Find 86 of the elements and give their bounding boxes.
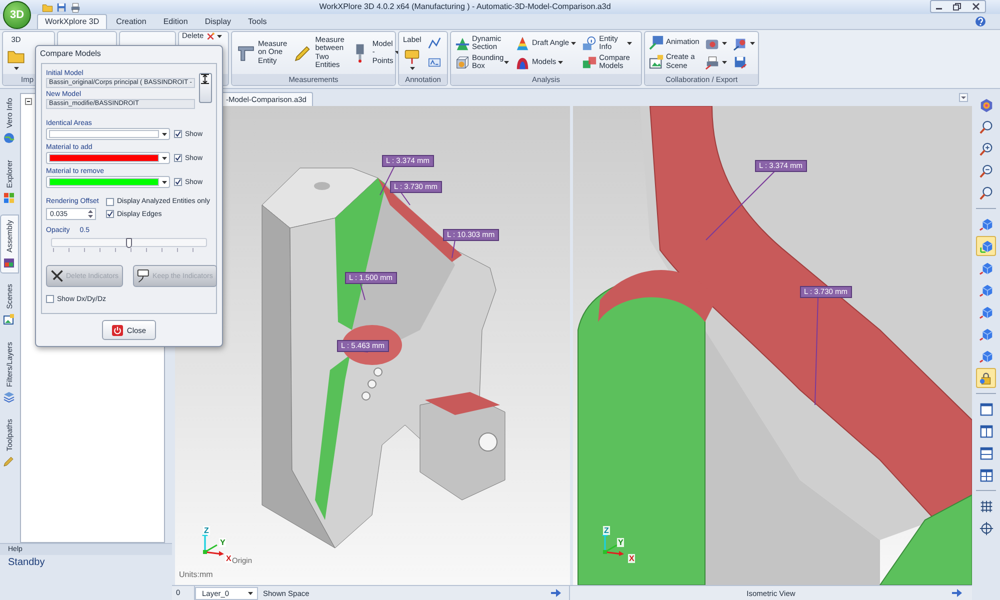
- printer-icon: [705, 54, 720, 70]
- compare-icon: [582, 54, 598, 70]
- caret-icon: [162, 180, 167, 184]
- bounding-box-icon: [455, 54, 470, 70]
- cube-icon: [978, 348, 994, 364]
- help-icon[interactable]: [975, 16, 986, 26]
- globe-icon: [4, 132, 16, 144]
- caret-icon: [162, 156, 167, 160]
- caret-icon: [248, 592, 253, 594]
- cube-icon: [978, 304, 994, 320]
- color-dropdown[interactable]: [46, 128, 170, 140]
- polyline-icon: [427, 36, 442, 51]
- axis-label: Z: [203, 526, 210, 535]
- leader-line: [400, 190, 410, 206]
- collapse-icon[interactable]: [25, 98, 32, 105]
- status-text: Standby: [7, 556, 46, 570]
- windows-icon: [4, 192, 16, 204]
- assembly-icon: [4, 256, 16, 268]
- units-label: Units:mm: [179, 570, 213, 579]
- spin-icon[interactable]: [87, 209, 94, 219]
- printer-icon: [70, 2, 81, 13]
- grid-icon: [978, 498, 994, 514]
- arrow-icon[interactable]: [952, 589, 962, 597]
- axis-label: Y: [219, 538, 226, 547]
- zoom-icon: [978, 120, 994, 134]
- scene-icon: [649, 54, 664, 70]
- section-icon: [455, 36, 470, 51]
- window-title: WorkXPlore 3D 4.0.2 x64 (Manufacturing ) - Automatic-3D-Model-Comparison.a3d: [319, 2, 611, 12]
- tag-icon: [136, 269, 151, 283]
- dialog-title: Compare Models: [36, 46, 222, 61]
- pencil-icon: [4, 454, 16, 467]
- layout-icon: [978, 446, 994, 460]
- color-dropdown[interactable]: [46, 152, 170, 164]
- cube-icon: [978, 282, 994, 298]
- checkbox[interactable]: [106, 198, 114, 206]
- cross-icon: [50, 269, 64, 283]
- swap-button[interactable]: [198, 73, 212, 103]
- axis-label: X: [225, 554, 232, 563]
- scene-icon: [4, 314, 16, 326]
- ribbon-button[interactable]: [704, 54, 728, 71]
- color-dropdown[interactable]: [46, 176, 170, 188]
- dropdown-icon[interactable]: [959, 93, 968, 102]
- layout-icon: [978, 402, 994, 416]
- toolbar-button[interactable]: [976, 236, 996, 256]
- zoom-icon: [978, 186, 994, 200]
- slider-thumb[interactable]: [126, 238, 132, 248]
- checkbox[interactable]: [174, 178, 182, 186]
- arrow-icon[interactable]: [551, 589, 561, 597]
- cube-icon: [978, 260, 994, 276]
- cube-icon: [978, 326, 994, 342]
- toolbar-button[interactable]: [976, 368, 996, 388]
- restore-icon[interactable]: [952, 2, 962, 12]
- view-orb-icon: [978, 98, 994, 112]
- layout-icon: [978, 424, 994, 438]
- leader-line: [360, 282, 366, 300]
- swap-icon: [201, 74, 210, 84]
- cube-icon: [978, 216, 994, 232]
- menu-tab[interactable]: WorkXplore 3D: [37, 14, 108, 28]
- checkbox[interactable]: [106, 210, 114, 218]
- zoom-icon: [978, 142, 994, 156]
- cone-icon: [515, 36, 530, 51]
- zoom-icon: [978, 164, 994, 178]
- caret-icon: [162, 132, 167, 136]
- close-icon[interactable]: [970, 2, 982, 12]
- info-icon: [582, 36, 598, 51]
- axis-label: Z: [603, 526, 610, 535]
- leader-line: [706, 170, 776, 240]
- checkbox[interactable]: [46, 295, 54, 303]
- axis-label: X: [628, 554, 636, 563]
- menu-tab[interactable]: Display: [196, 14, 240, 28]
- cross-icon: [206, 32, 215, 40]
- cube-axes-icon: [978, 238, 994, 254]
- lock-icon: [978, 370, 994, 386]
- menu-tab[interactable]: Edition: [155, 14, 196, 28]
- leader-line: [452, 240, 456, 258]
- layout-icon: [978, 468, 994, 482]
- menu-tab[interactable]: Creation: [108, 14, 154, 28]
- axis-label: Y: [617, 538, 624, 547]
- menu-tab[interactable]: Tools: [240, 14, 275, 28]
- power-icon: [112, 324, 123, 336]
- crosshair-icon: [978, 520, 994, 536]
- checkbox[interactable]: [174, 130, 182, 138]
- checkbox[interactable]: [174, 154, 182, 162]
- layers-icon: [4, 390, 16, 403]
- animation-icon: [649, 35, 664, 50]
- leader-line: [380, 164, 396, 196]
